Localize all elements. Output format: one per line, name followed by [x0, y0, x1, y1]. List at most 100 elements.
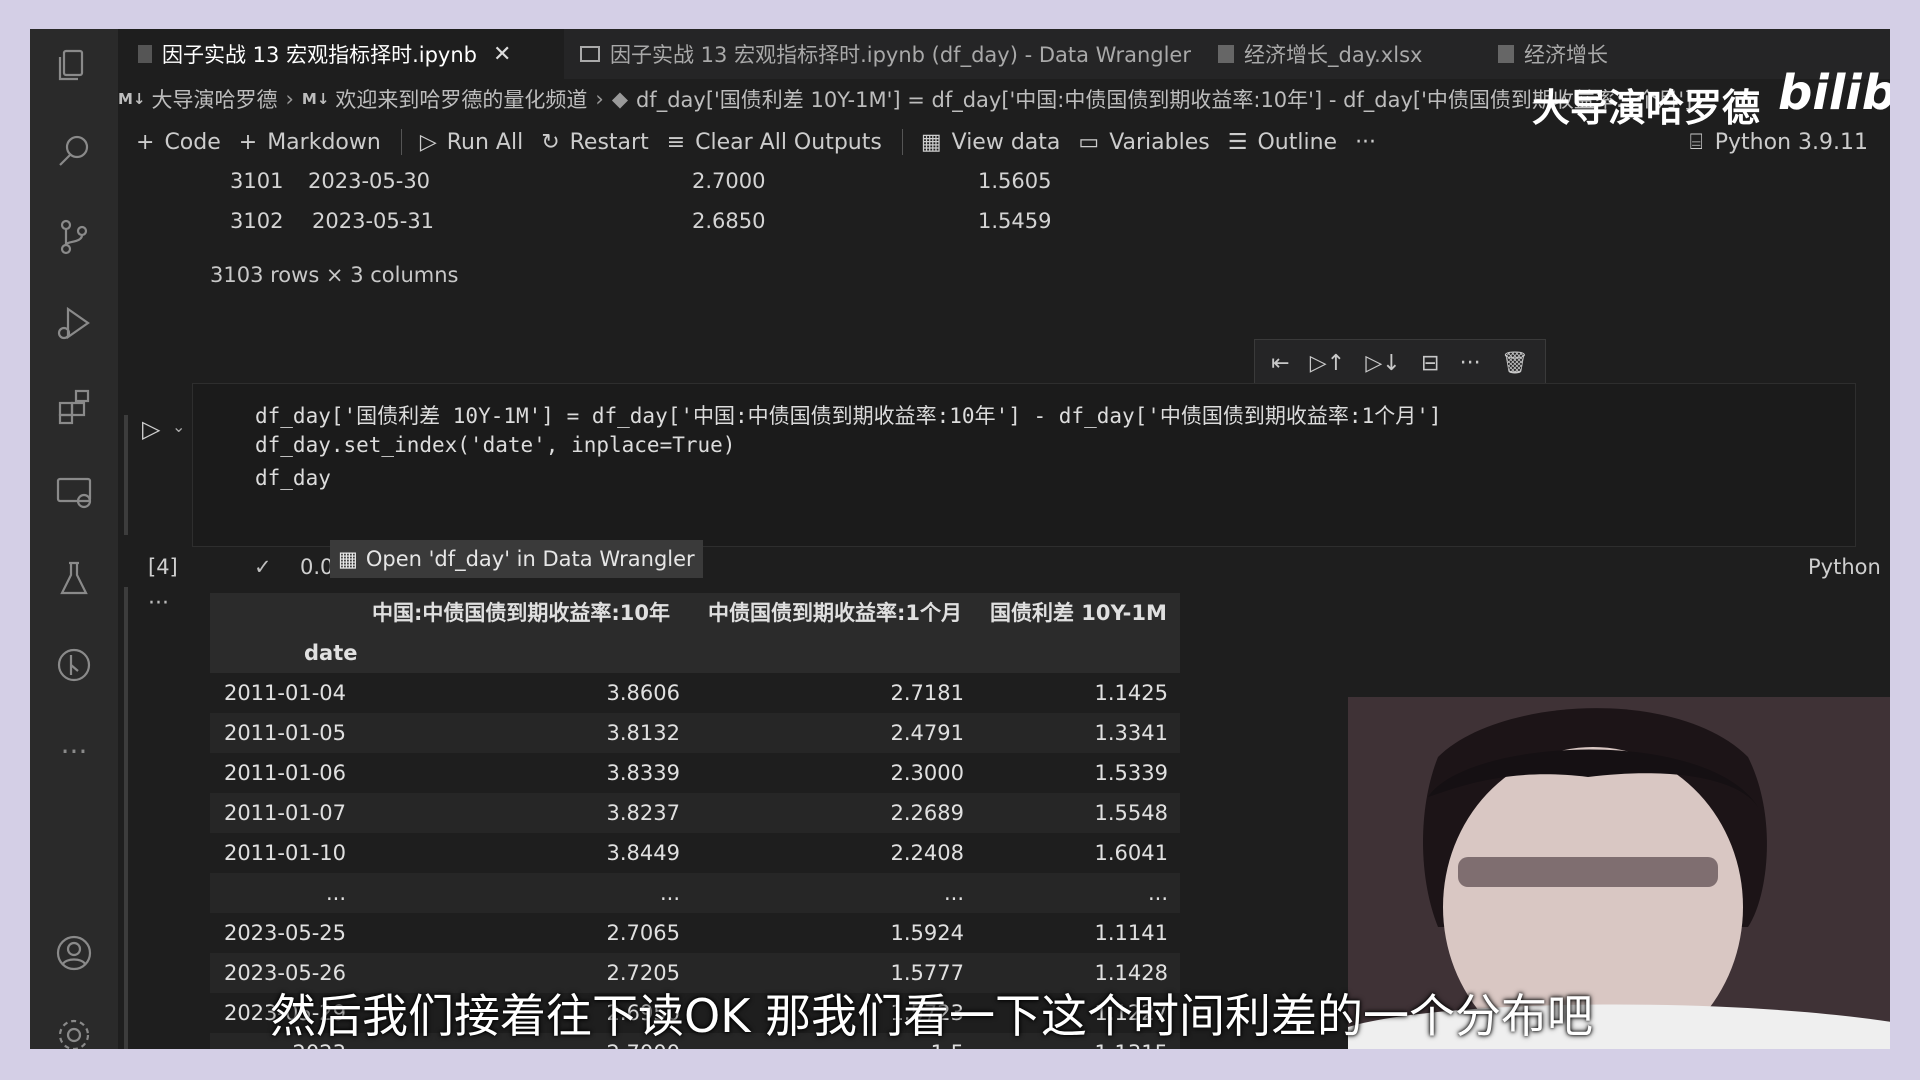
- table-cell: 1.5548: [1094, 801, 1168, 825]
- code-line: df_day: [255, 466, 331, 490]
- row-index-cell: 2011-01-06: [223, 761, 346, 785]
- tab-notebook[interactable]: 因子实战 13 宏观指标择时.ipynb ✕: [118, 29, 564, 79]
- chevron-right-icon: ›: [285, 87, 294, 111]
- execute-below-icon[interactable]: ▷↓: [1365, 351, 1400, 376]
- source-control-icon[interactable]: [52, 215, 96, 259]
- more-actions-button[interactable]: ···: [1355, 130, 1376, 155]
- table-row: 2023-05-25 2.7065 1.5924 1.1141: [210, 913, 1180, 953]
- table-cell: 3.8606: [606, 681, 680, 705]
- add-code-button[interactable]: + Code: [136, 130, 221, 155]
- explorer-icon[interactable]: [52, 43, 96, 87]
- code-cell-editor[interactable]: df_day['国债利差 10Y-1M'] = df_day['中国:中债国债到…: [192, 383, 1856, 547]
- table-cell: 3.8449: [606, 841, 680, 865]
- trash-icon[interactable]: 🗑: [1501, 351, 1529, 376]
- code-line: df_day['国债利差 10Y-1M'] = df_day['中国:中债国债到…: [255, 404, 1442, 428]
- timeline-icon[interactable]: [52, 643, 96, 687]
- row-index-cell: 2011-01-07: [223, 801, 346, 825]
- run-above-icon[interactable]: ⇤: [1271, 351, 1289, 376]
- button-label: Restart: [569, 129, 649, 155]
- tab-data-wrangler[interactable]: 因子实战 13 宏观指标择时.ipynb (df_day) - Data Wra…: [580, 29, 1200, 79]
- prev-row-date: 2023-05-30: [308, 169, 431, 193]
- code-line: df_day.set_index('date', inplace=True): [255, 433, 736, 457]
- extensions-icon[interactable]: [52, 385, 96, 429]
- search-icon[interactable]: [52, 129, 96, 173]
- grid-icon: ▦: [338, 547, 358, 571]
- table-cell: 2.4791: [890, 721, 964, 745]
- table-cell: 1.1141: [1094, 921, 1168, 945]
- table-row: 2011-01-04 3.8606 2.7181 1.1425: [210, 673, 1180, 713]
- chevron-right-icon: ›: [595, 87, 604, 111]
- button-label: Variables: [1109, 129, 1210, 155]
- table-cell: ...: [659, 881, 680, 905]
- add-markdown-button[interactable]: + Markdown: [239, 130, 381, 155]
- restart-icon: ↻: [541, 129, 560, 155]
- run-cell-play-icon[interactable]: ▷: [142, 415, 160, 443]
- table-cell: 3.8132: [606, 721, 680, 745]
- run-debug-icon[interactable]: [52, 301, 96, 345]
- split-cell-icon[interactable]: ⊟: [1421, 351, 1439, 376]
- table-cell: 1.3341: [1094, 721, 1168, 745]
- dataframe-shape: 3103 rows × 3 columns: [210, 263, 459, 287]
- row-index-cell: 2011-01-10: [223, 841, 346, 865]
- table-cell: 2.7065: [606, 921, 680, 945]
- more-icon[interactable]: ···: [1460, 351, 1481, 376]
- vscode-window: ··· 因子实战 13 宏观指标择时.ipynb ✕ 因子实战 13 宏观指标择…: [30, 29, 1890, 1049]
- button-label: View data: [951, 129, 1061, 155]
- tab-label: 经济增长: [1524, 43, 1608, 67]
- prev-row-value: 2.6850: [692, 209, 766, 233]
- table-cell: 2.3000: [890, 761, 964, 785]
- play-icon: ▷: [419, 129, 437, 155]
- account-icon[interactable]: [52, 931, 96, 975]
- tab-label: 经济增长_day.xlsx: [1244, 43, 1423, 67]
- index-header: date: [304, 641, 358, 665]
- kernel-label: Python 3.9.11: [1714, 129, 1868, 155]
- clear-icon: ≡: [666, 129, 686, 155]
- bilibili-logo: bilibili: [1778, 65, 1890, 121]
- breadcrumb-item[interactable]: 大导演哈罗德: [152, 84, 278, 114]
- testing-icon[interactable]: [52, 557, 96, 601]
- plus-icon: +: [136, 129, 155, 155]
- check-icon: ✓: [254, 555, 272, 579]
- table-row: 2011-01-05 3.8132 2.4791 1.3341: [210, 713, 1180, 753]
- remote-explorer-icon[interactable]: [52, 471, 96, 515]
- row-index-cell: 2011-01-04: [223, 681, 346, 705]
- clear-outputs-button[interactable]: ≡ Clear All Outputs: [667, 130, 882, 155]
- activity-bar: ···: [30, 29, 118, 1049]
- output-more-icon[interactable]: ···: [148, 591, 169, 616]
- more-icon[interactable]: ···: [52, 729, 96, 773]
- view-data-button[interactable]: ▦ View data: [921, 130, 1061, 155]
- markdown-icon: M↓: [118, 90, 146, 108]
- open-data-wrangler-button[interactable]: ▦ Open 'df_day' in Data Wrangler: [330, 540, 703, 578]
- table-cell: 1.1425: [1094, 681, 1168, 705]
- execute-above-icon[interactable]: ▷↑: [1310, 351, 1345, 376]
- breadcrumb-item[interactable]: 欢迎来到哈罗德的量化频道: [335, 84, 587, 114]
- tab-label: 因子实战 13 宏观指标择时.ipynb: [162, 43, 477, 67]
- editor-tab-bar: 因子实战 13 宏观指标择时.ipynb ✕ 因子实战 13 宏观指标择时.ip…: [118, 29, 1890, 79]
- tab-excel-2[interactable]: 经济增长: [1498, 29, 1618, 79]
- cell-language[interactable]: Python: [1808, 547, 1881, 587]
- excel-file-icon: [1218, 45, 1234, 63]
- table-row: ............: [210, 873, 1180, 913]
- run-all-button[interactable]: ▷ Run All: [420, 130, 523, 155]
- prev-row-index: 3102: [230, 209, 284, 233]
- chevron-down-icon[interactable]: ⌄: [172, 417, 185, 436]
- column-header: 国债利差 10Y-1M: [990, 601, 1167, 625]
- outline-button[interactable]: ☰ Outline: [1228, 130, 1337, 155]
- button-label: Outline: [1257, 129, 1338, 155]
- prev-row-value: 2.7000: [692, 169, 766, 193]
- row-index-cell: ...: [325, 881, 346, 905]
- variables-icon: ▭: [1078, 129, 1100, 155]
- variables-button[interactable]: ▭ Variables: [1078, 130, 1209, 155]
- button-label: Run All: [446, 129, 524, 155]
- list-icon: ☰: [1227, 129, 1248, 155]
- table-row: 2011-01-10 3.8449 2.2408 1.6041: [210, 833, 1180, 873]
- markdown-icon: M↓: [301, 90, 330, 108]
- tab-excel[interactable]: 经济增长_day.xlsx: [1218, 29, 1478, 79]
- row-index-cell: 2023-05-25: [223, 921, 346, 945]
- settings-gear-icon[interactable]: [52, 1013, 96, 1049]
- restart-button[interactable]: ↻ Restart: [541, 130, 649, 155]
- cell-focus-bar: [124, 415, 128, 535]
- close-icon[interactable]: ✕: [493, 42, 511, 67]
- tab-label: 因子实战 13 宏观指标择时.ipynb (df_day) - Data Wra…: [610, 43, 1191, 67]
- table-cell: ...: [1147, 881, 1168, 905]
